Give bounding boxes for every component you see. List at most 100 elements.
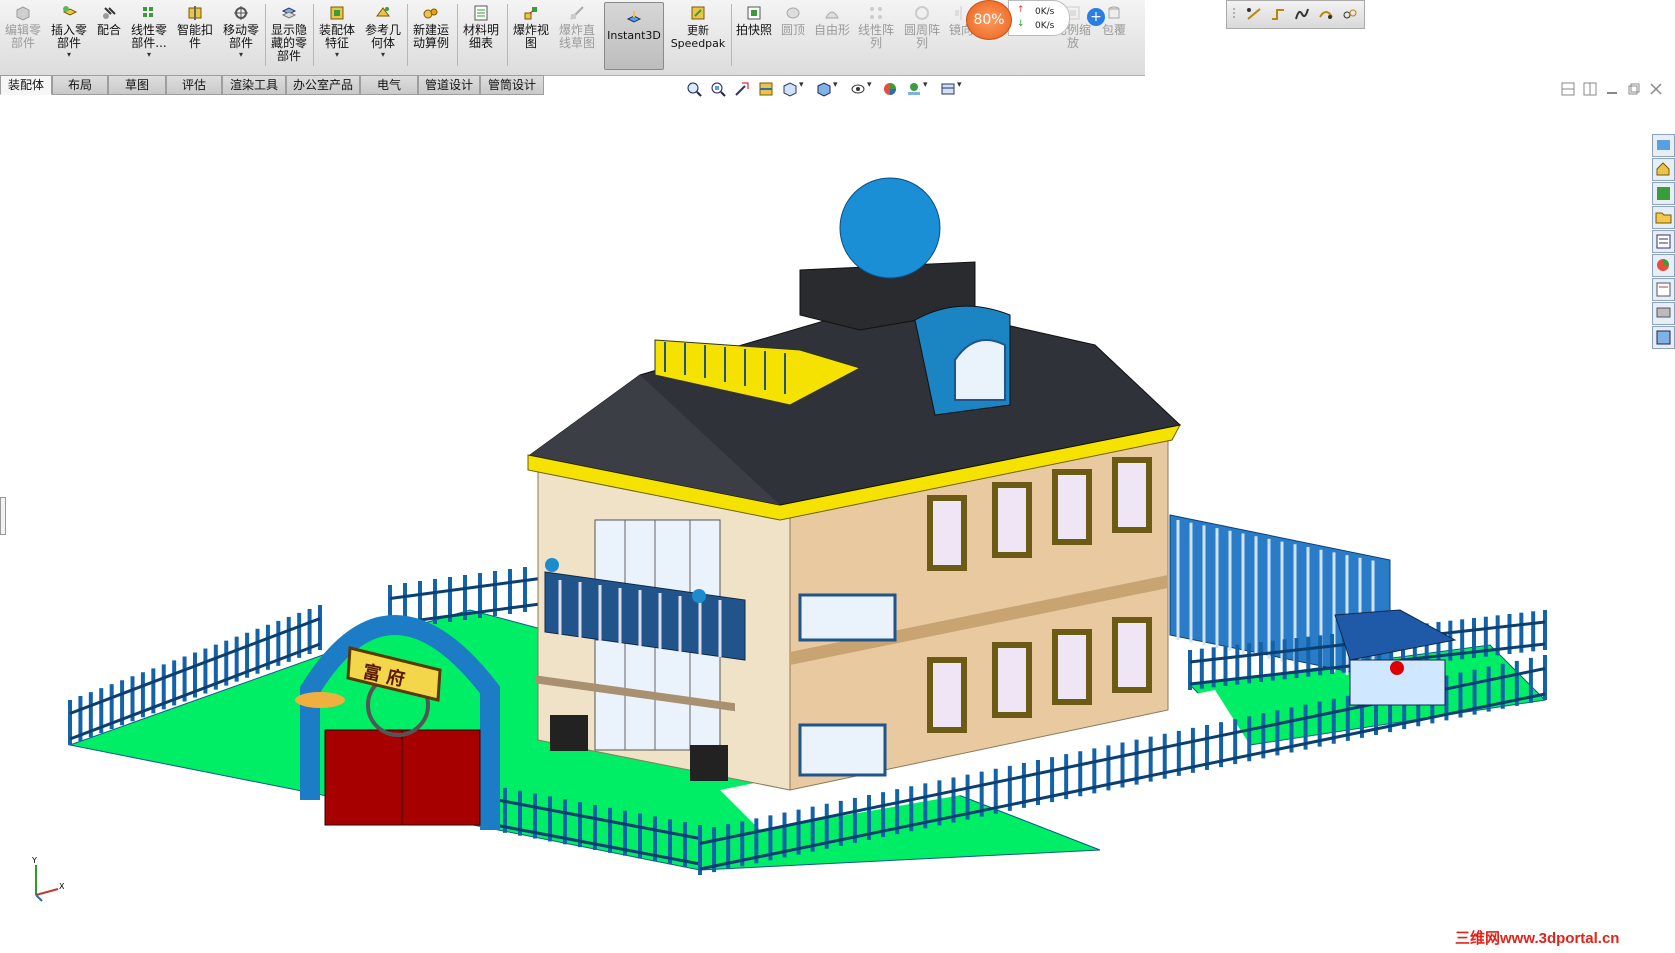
tab-office-products[interactable]: 办公室产品 (286, 75, 360, 95)
solidworks-resources-tab[interactable] (1652, 134, 1675, 157)
y-label: Y (31, 856, 37, 865)
linear-array-label: 线性阵 列 (857, 23, 894, 50)
snapshot-label: 拍快照 (735, 23, 772, 37)
freeform-label: 自由形 (813, 23, 850, 37)
x-axis (35, 888, 59, 896)
linear-pattern-label: 线性零 部件... (130, 23, 167, 50)
reference-geometry-button[interactable]: 参考几 何体 ▾ (362, 4, 404, 68)
circular-array-button[interactable]: 圆周阵 列 (902, 4, 942, 68)
linear-pattern-icon (143, 7, 153, 17)
house-window (992, 642, 1032, 718)
smart-fastener-button[interactable]: 智能扣 件 (174, 4, 216, 68)
sketch-tools-toolbar (1226, 0, 1365, 29)
assembly-feature-dropdown-icon[interactable]: ▾ (316, 51, 358, 59)
plus-icon[interactable]: + (1087, 8, 1105, 26)
garden-table (295, 692, 345, 708)
toolbar-separator (731, 4, 732, 66)
house-window (1052, 629, 1092, 705)
file-explorer-tab[interactable] (1652, 182, 1675, 205)
insert-component-icon (62, 6, 78, 16)
sketch-spline-tool-icon[interactable] (1293, 5, 1311, 23)
sketch-chain-tool-icon[interactable] (1317, 5, 1335, 23)
tile-vertical-icon[interactable] (1583, 82, 1597, 96)
explode-line-icon (570, 6, 584, 20)
instant3d-icon (626, 11, 642, 23)
dome-button[interactable]: 圆顶 (776, 4, 810, 68)
explode-line-label: 爆炸直 线草图 (558, 23, 595, 50)
forum-tab[interactable] (1652, 302, 1675, 325)
update-speedpak-button[interactable]: 更新 Speedpak (668, 4, 728, 68)
coordinate-triad: Y X (31, 856, 65, 902)
z-axis (35, 894, 43, 902)
bom-icon (474, 5, 488, 21)
speedpak-icon (691, 6, 705, 20)
restore-icon[interactable] (1627, 82, 1641, 96)
minimize-icon[interactable] (1605, 82, 1619, 96)
tab-render-tools[interactable]: 渲染工具 (222, 75, 286, 95)
tab-piping[interactable]: 管道设计 (418, 75, 480, 95)
sketch-step-tool-icon[interactable] (1269, 5, 1287, 23)
mate-button[interactable]: 配合 (94, 4, 124, 68)
insert-component-dropdown-icon[interactable]: ▾ (48, 51, 90, 59)
bill-of-materials-button[interactable]: 材料明 细表 (460, 4, 502, 68)
toolbar-separator (507, 4, 508, 66)
explode-line-sketch-button[interactable]: 爆炸直 线草图 (556, 4, 598, 68)
task-tab[interactable] (1652, 326, 1675, 349)
design-library-tab[interactable] (1652, 158, 1675, 181)
tab-tubing[interactable]: 管筒设计 (480, 75, 544, 95)
new-motion-study-button[interactable]: 新建运 动算例 (410, 4, 452, 68)
gazebo-lamp (1390, 661, 1404, 675)
insert-component-button[interactable]: 插入零 部件 ▾ (48, 4, 90, 68)
folder-tab[interactable] (1652, 206, 1675, 229)
smart-fastener-label: 智能扣 件 (176, 23, 213, 50)
appearances-tab[interactable] (1652, 254, 1675, 277)
mate-icon (103, 7, 116, 19)
reference-geometry-label: 参考几 何体 (364, 23, 401, 50)
balcony-post-ball (692, 589, 706, 603)
move-component-dropdown-icon[interactable]: ▾ (220, 51, 262, 59)
linear-pattern-button[interactable]: 线性零 部件... ▾ (128, 4, 170, 68)
exploded-view-button[interactable]: 爆炸视 图 (510, 4, 552, 68)
download-speed: 0K/s (1035, 21, 1055, 31)
house-window (1112, 457, 1152, 533)
mate-label: 配合 (96, 23, 121, 37)
tab-electrical[interactable]: 电气 (360, 75, 418, 95)
tab-sketch[interactable]: 草图 (108, 75, 166, 95)
x-label: X (59, 882, 65, 891)
front-railing-upper (798, 593, 897, 642)
smart-fastener-icon (188, 6, 202, 20)
tab-evaluate[interactable]: 评估 (166, 75, 222, 95)
tile-horizontal-icon[interactable] (1561, 82, 1575, 96)
instant3d-label: Instant3D (607, 29, 661, 42)
take-snapshot-button[interactable]: 拍快照 (734, 4, 774, 68)
balcony-post-ball (545, 558, 559, 572)
memory-percent[interactable]: 80% (966, 0, 1012, 40)
toolbar-separator (313, 4, 314, 66)
new-motion-study-label: 新建运 动算例 (412, 23, 449, 50)
house-window (1112, 617, 1152, 693)
freeform-button[interactable]: 自由形 (812, 4, 852, 68)
exploded-view-icon (524, 7, 537, 20)
dome-label: 圆顶 (780, 23, 805, 37)
custom-properties-tab[interactable] (1652, 278, 1675, 301)
tab-layout[interactable]: 布局 (52, 75, 108, 95)
sketch-belt-tool-icon[interactable] (1341, 5, 1359, 23)
tab-assembly[interactable]: 装配体 (0, 75, 52, 95)
sketch-line-tool-icon[interactable] (1245, 5, 1263, 23)
reference-geometry-dropdown-icon[interactable]: ▾ (362, 51, 404, 59)
assembly-feature-button[interactable]: 装配体 特征 ▾ (316, 4, 358, 68)
graphics-area[interactable]: 富 府 (0, 95, 1640, 950)
edit-part-button[interactable]: 编辑零 部件 (2, 4, 44, 68)
file-explorer-icon (1657, 187, 1670, 200)
instant3d-button[interactable]: Instant3D (604, 2, 664, 70)
linear-pattern-dropdown-icon[interactable]: ▾ (128, 51, 170, 59)
view-palette-tab[interactable] (1652, 230, 1675, 253)
move-component-button[interactable]: 移动零 部件 ▾ (220, 4, 262, 68)
show-hidden-components-button[interactable]: 显示隐 藏的零 部件 (268, 4, 310, 68)
circular-array-label: 圆周阵 列 (903, 23, 940, 50)
upload-speed: 0K/s (1035, 7, 1055, 17)
close-icon[interactable] (1649, 82, 1663, 96)
linear-array-button[interactable]: 线性阵 列 (856, 4, 896, 68)
ac-unit-left (550, 715, 588, 751)
reference-geometry-icon (376, 7, 390, 17)
